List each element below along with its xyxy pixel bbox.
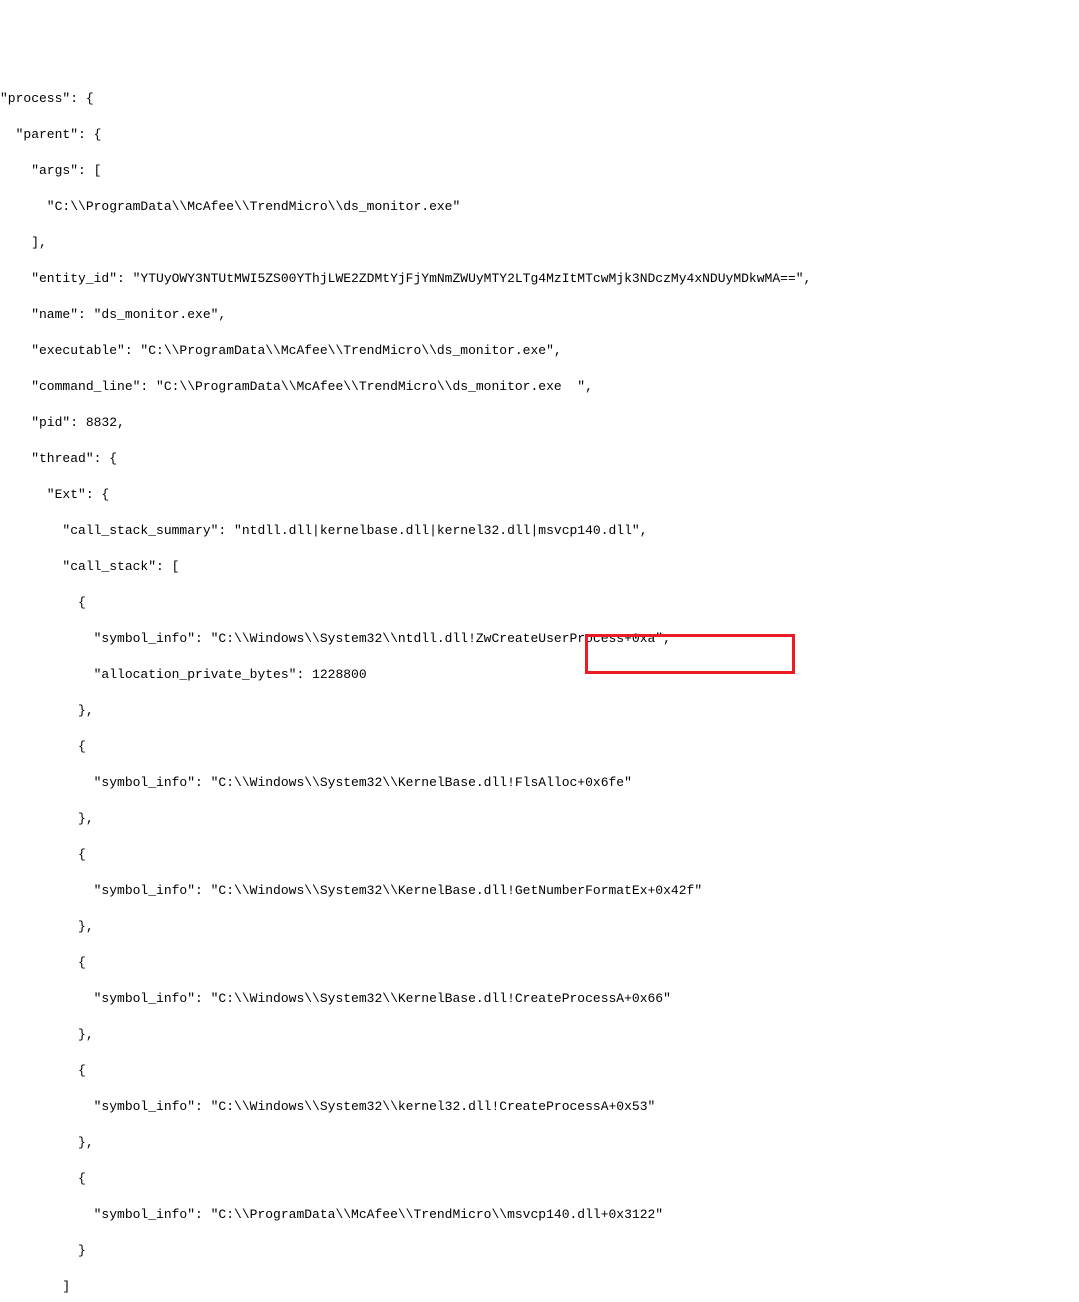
json-line: }, <box>0 1026 1079 1044</box>
json-line: "symbol_info": "C:\\ProgramData\\McAfee\… <box>0 1206 1079 1224</box>
json-line: "args": [ <box>0 162 1079 180</box>
json-line: "parent": { <box>0 126 1079 144</box>
json-line: }, <box>0 702 1079 720</box>
json-line: "name": "ds_monitor.exe", <box>0 306 1079 324</box>
json-line: "process": { <box>0 90 1079 108</box>
json-line: "executable": "C:\\ProgramData\\McAfee\\… <box>0 342 1079 360</box>
json-line: "symbol_info": "C:\\Windows\\System32\\n… <box>0 630 1079 648</box>
json-line: "command_line": "C:\\ProgramData\\McAfee… <box>0 378 1079 396</box>
json-line: }, <box>0 918 1079 936</box>
json-line: { <box>0 738 1079 756</box>
json-line: "pid": 8832, <box>0 414 1079 432</box>
json-line: { <box>0 594 1079 612</box>
json-line: "allocation_private_bytes": 1228800 <box>0 666 1079 684</box>
json-line: } <box>0 1242 1079 1260</box>
json-line: ], <box>0 234 1079 252</box>
json-line: "symbol_info": "C:\\Windows\\System32\\K… <box>0 774 1079 792</box>
json-line: "call_stack_summary": "ntdll.dll|kernelb… <box>0 522 1079 540</box>
json-line: { <box>0 1170 1079 1188</box>
json-line: { <box>0 954 1079 972</box>
json-code-block: "process": { "parent": { "args": [ "C:\\… <box>0 72 1079 1302</box>
json-line: "C:\\ProgramData\\McAfee\\TrendMicro\\ds… <box>0 198 1079 216</box>
json-line: "symbol_info": "C:\\Windows\\System32\\K… <box>0 990 1079 1008</box>
json-line: ] <box>0 1278 1079 1296</box>
json-line: { <box>0 846 1079 864</box>
json-line: }, <box>0 1134 1079 1152</box>
json-line: "symbol_info": "C:\\Windows\\System32\\K… <box>0 882 1079 900</box>
json-line: "symbol_info": "C:\\Windows\\System32\\k… <box>0 1098 1079 1116</box>
json-line: "entity_id": "YTUyOWY3NTUtMWI5ZS00YThjLW… <box>0 270 1079 288</box>
json-line: "Ext": { <box>0 486 1079 504</box>
json-line: "thread": { <box>0 450 1079 468</box>
json-line: "call_stack": [ <box>0 558 1079 576</box>
json-line: }, <box>0 810 1079 828</box>
json-line: { <box>0 1062 1079 1080</box>
